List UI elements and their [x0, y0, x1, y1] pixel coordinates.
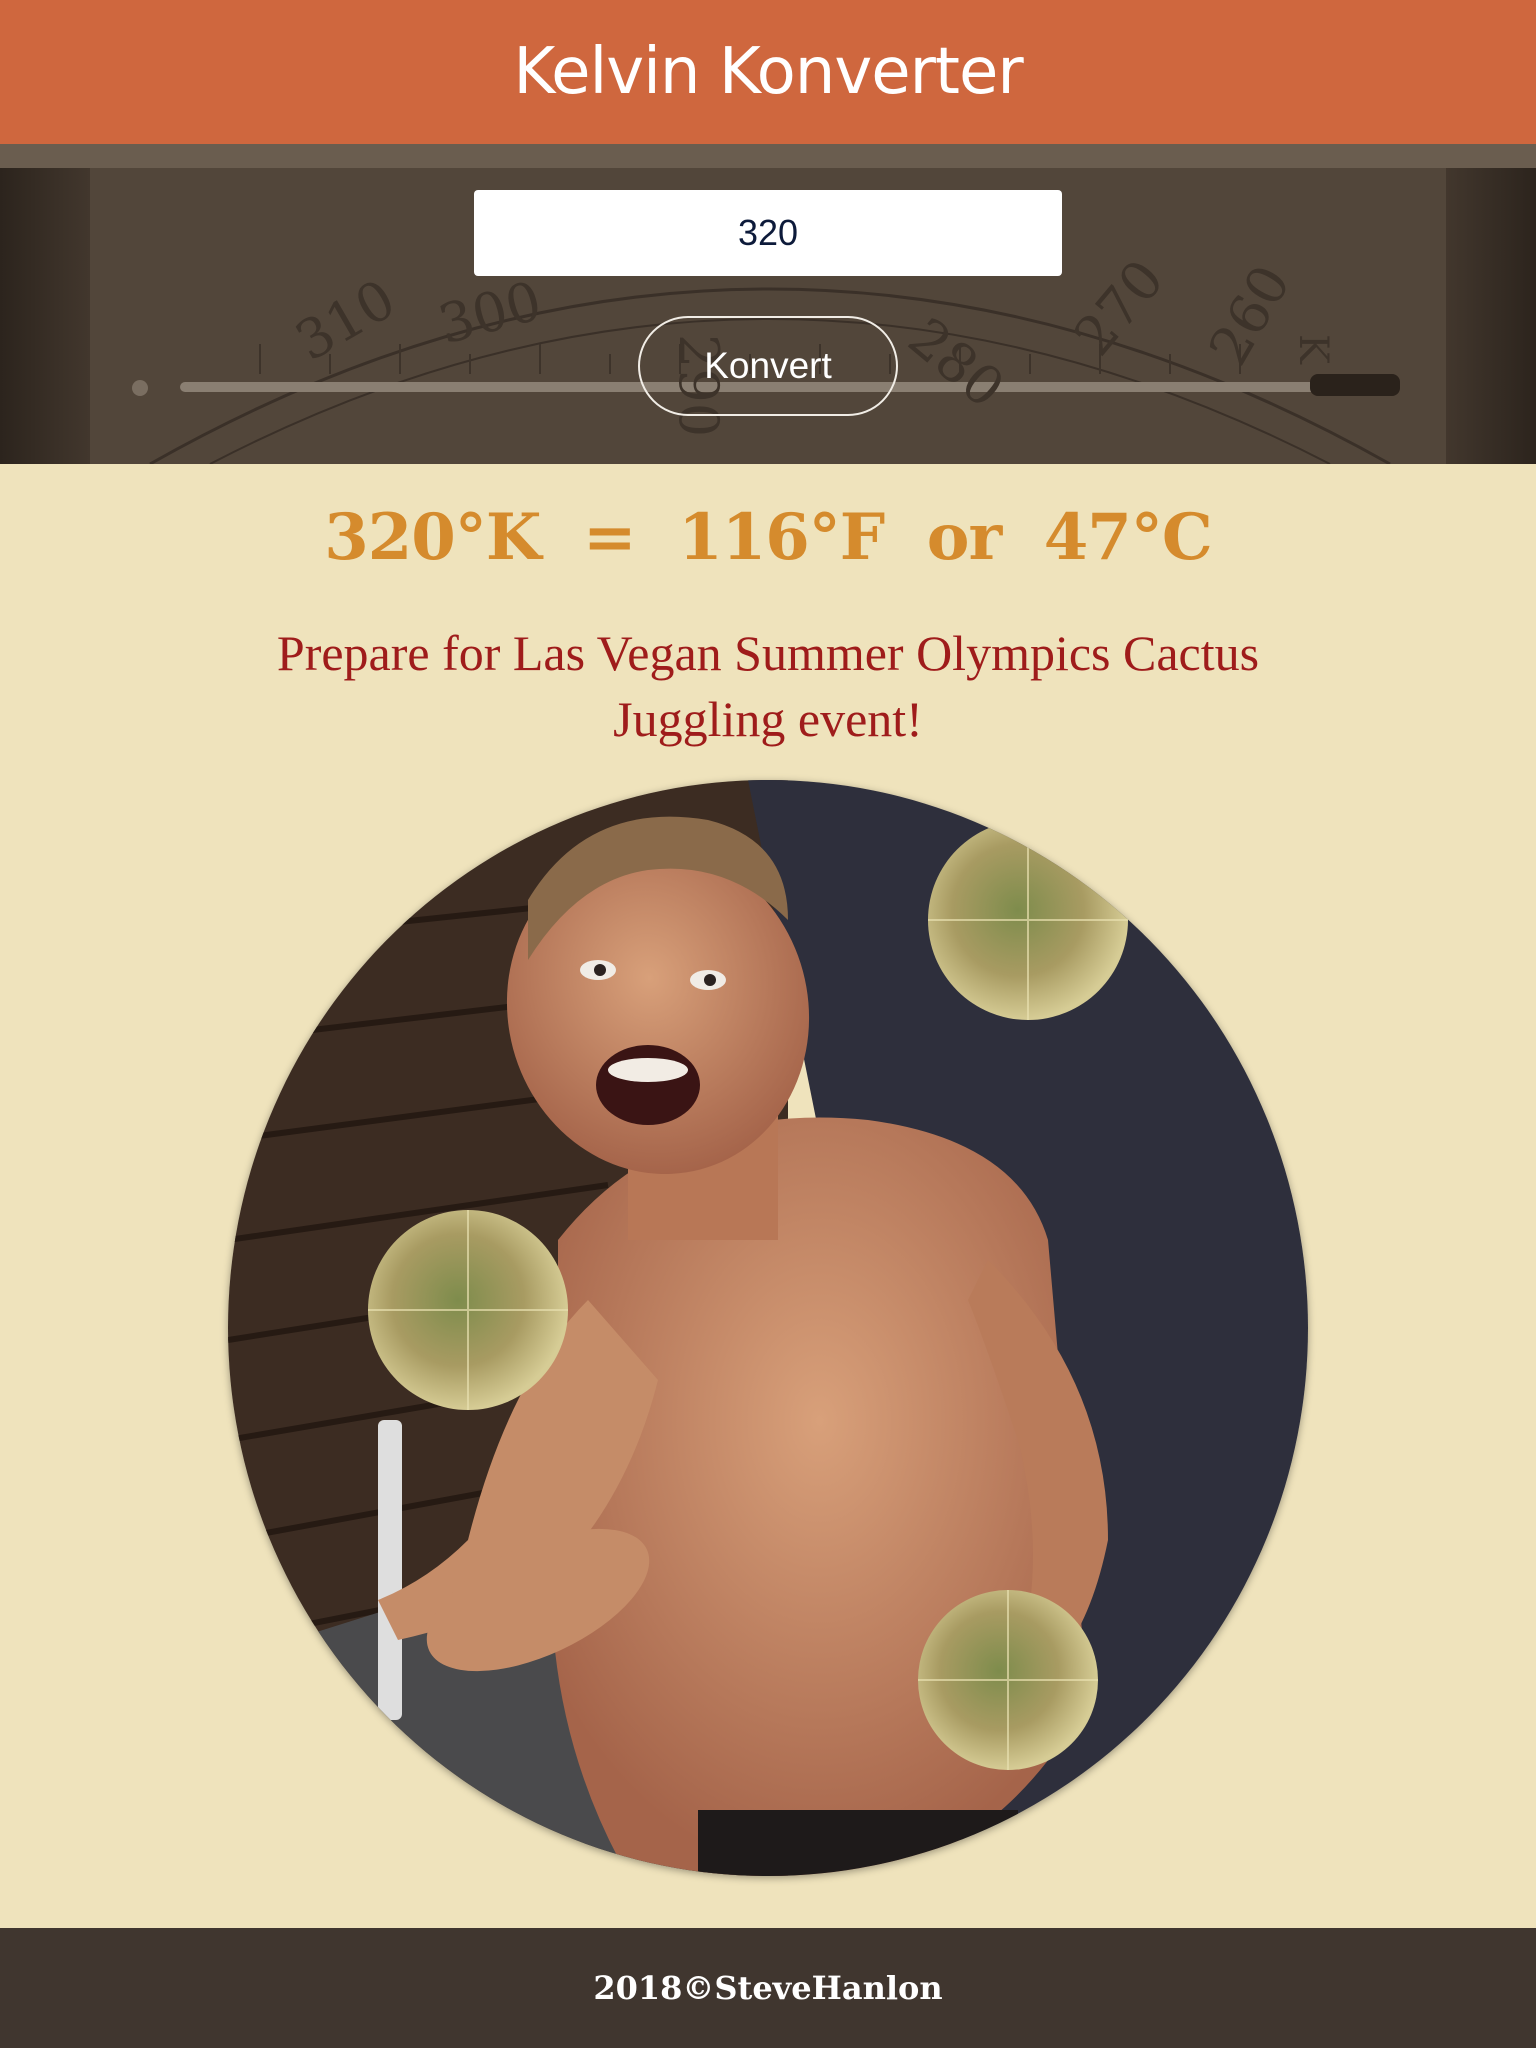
app-title: Kelvin Konverter	[513, 35, 1023, 109]
scale-label: K	[1290, 334, 1336, 365]
konvert-button[interactable]: Konvert	[638, 316, 898, 416]
app-header: Kelvin Konverter	[0, 0, 1536, 144]
kelvin-input[interactable]	[474, 190, 1062, 276]
copyright-text: 2018©SteveHanlon	[593, 1969, 943, 2007]
page-footer: 2018©SteveHanlon	[0, 1928, 1536, 2048]
temperature-message: Prepare for Las Vegan Summer Olympics Ca…	[276, 625, 1260, 747]
conversion-result: 320°K = 116°F or 47°C	[324, 500, 1213, 575]
cactus-juggler-photo	[228, 780, 1308, 1876]
photo-illustration	[228, 780, 1308, 1876]
